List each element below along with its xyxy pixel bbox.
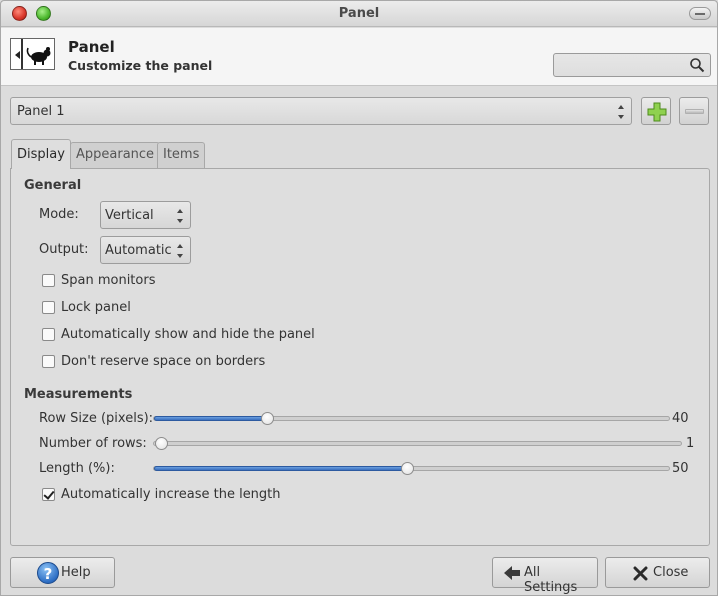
rows-label: Number of rows: bbox=[39, 436, 147, 451]
length-value: 50 bbox=[672, 461, 689, 476]
span-monitors-checkbox[interactable] bbox=[42, 274, 55, 287]
row-size-value: 40 bbox=[672, 411, 689, 426]
help-button[interactable]: ? Help bbox=[10, 557, 115, 588]
tab-items[interactable]: Items bbox=[157, 142, 206, 168]
title-bar: Panel bbox=[1, 1, 717, 27]
all-settings-button-label: All Settings bbox=[524, 565, 578, 595]
autohide-checkbox[interactable] bbox=[42, 328, 55, 341]
length-label: Length (%): bbox=[39, 461, 115, 476]
mode-select[interactable]: Vertical bbox=[100, 201, 191, 229]
auto-increase-checkbox[interactable] bbox=[42, 488, 55, 501]
all-settings-button[interactable]: All Settings bbox=[492, 557, 598, 595]
output-label: Output: bbox=[39, 242, 89, 257]
length-slider-fill bbox=[154, 466, 408, 471]
row-size-label: Row Size (pixels): bbox=[39, 411, 154, 426]
general-section-title: General bbox=[24, 178, 82, 193]
arrow-left-icon bbox=[504, 566, 520, 580]
rows-slider-handle[interactable] bbox=[155, 437, 168, 450]
close-icon bbox=[633, 566, 648, 581]
header-title: Panel bbox=[68, 38, 115, 56]
row-size-slider-handle[interactable] bbox=[261, 412, 274, 425]
help-button-label: Help bbox=[61, 565, 91, 580]
search-input[interactable] bbox=[553, 53, 711, 77]
rows-value: 1 bbox=[686, 436, 695, 451]
mode-label: Mode: bbox=[39, 207, 79, 222]
panel-select-value: Panel 1 bbox=[17, 104, 65, 119]
tab-display[interactable]: Display bbox=[11, 139, 71, 169]
span-monitors-label: Span monitors bbox=[61, 273, 156, 288]
lock-panel-label: Lock panel bbox=[61, 300, 131, 315]
window-title: Panel bbox=[338, 6, 380, 21]
minus-icon bbox=[685, 109, 704, 114]
chevron-updown-icon bbox=[618, 105, 625, 119]
auto-increase-label: Automatically increase the length bbox=[61, 487, 281, 502]
reserve-space-checkbox[interactable] bbox=[42, 355, 55, 368]
mode-value: Vertical bbox=[105, 208, 154, 223]
display-tab-panel: General Mode: Vertical Output: Automatic… bbox=[10, 168, 710, 546]
row-size-slider[interactable] bbox=[153, 412, 670, 425]
length-slider[interactable] bbox=[153, 462, 670, 475]
measurements-section-title: Measurements bbox=[24, 387, 133, 402]
header-subtitle: Customize the panel bbox=[68, 58, 213, 73]
close-button[interactable]: Close bbox=[605, 557, 710, 588]
panel-preferences-window: Panel Panel Customize the panel Panel 1 … bbox=[0, 0, 718, 596]
output-select[interactable]: Automatic bbox=[100, 236, 191, 264]
panel-icon bbox=[10, 38, 55, 70]
lock-panel-checkbox[interactable] bbox=[42, 301, 55, 314]
output-value: Automatic bbox=[105, 243, 172, 258]
rows-slider[interactable] bbox=[153, 437, 682, 450]
search-icon[interactable] bbox=[689, 57, 705, 73]
chevron-updown-icon bbox=[177, 244, 184, 258]
plus-icon bbox=[647, 102, 667, 122]
help-icon: ? bbox=[37, 562, 59, 584]
remove-panel-button[interactable] bbox=[679, 97, 709, 125]
close-button-label: Close bbox=[653, 565, 689, 580]
row-size-slider-fill bbox=[154, 416, 268, 421]
autohide-label: Automatically show and hide the panel bbox=[61, 327, 315, 342]
dialog-header: Panel Customize the panel bbox=[1, 28, 717, 86]
length-slider-handle[interactable] bbox=[401, 462, 414, 475]
tab-appearance[interactable]: Appearance bbox=[70, 142, 161, 168]
panel-select[interactable]: Panel 1 bbox=[10, 97, 632, 125]
shade-window-icon[interactable] bbox=[689, 7, 711, 20]
chevron-updown-icon bbox=[177, 209, 184, 223]
add-panel-button[interactable] bbox=[641, 97, 671, 125]
reserve-space-label: Don't reserve space on borders bbox=[61, 354, 266, 369]
